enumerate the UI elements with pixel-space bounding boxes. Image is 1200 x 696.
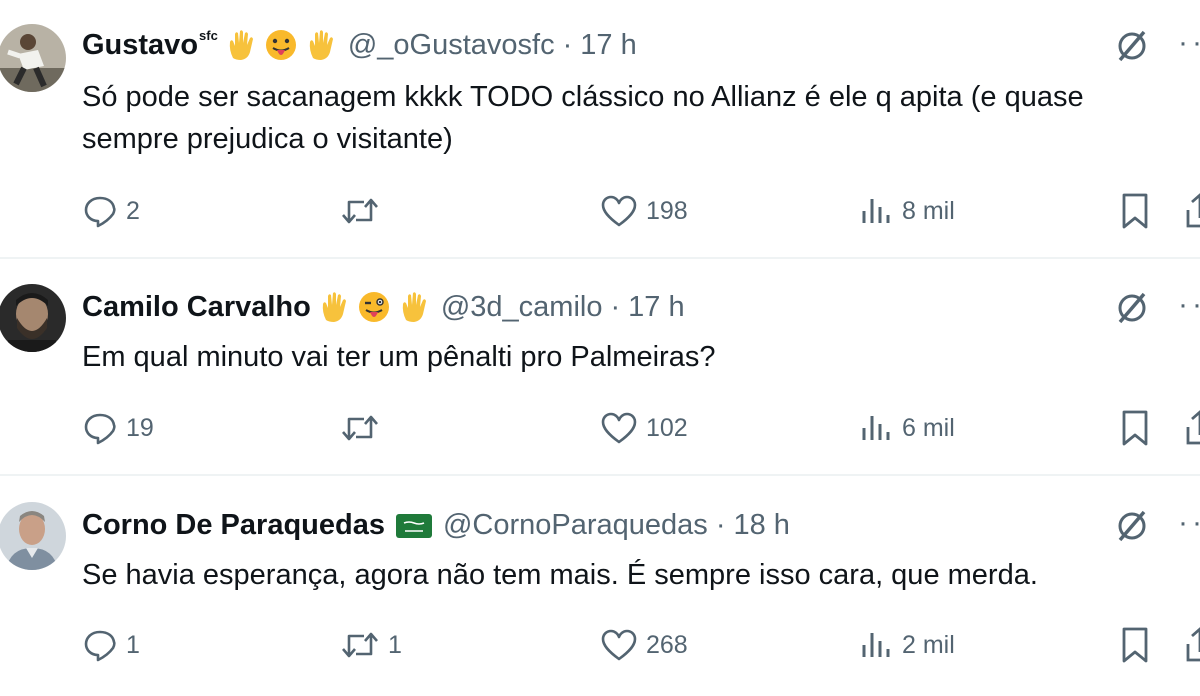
divider xyxy=(0,257,1200,259)
raised-hand-emoji-icon xyxy=(397,290,431,324)
retweet-icon xyxy=(342,415,378,441)
tweet-actions: 2 198 8 mil xyxy=(82,191,1200,231)
views-icon xyxy=(862,633,890,657)
name-superscript: sfc xyxy=(199,27,218,43)
separator-dot: · xyxy=(715,508,726,541)
views-icon xyxy=(862,416,890,440)
display-name[interactable]: Camilo Carvalho xyxy=(82,291,311,324)
retweet-button[interactable] xyxy=(340,191,388,231)
reply-button[interactable]: 2 xyxy=(82,191,140,231)
retweet-button[interactable]: 1 xyxy=(340,625,402,665)
heart-icon xyxy=(601,629,637,661)
reply-count: 2 xyxy=(126,196,140,225)
tongue-face-emoji-icon xyxy=(264,28,298,62)
timestamp[interactable]: 17 h xyxy=(628,291,684,324)
divider xyxy=(0,474,1200,476)
reply-button[interactable]: 1 xyxy=(82,625,140,665)
reply-icon xyxy=(84,413,116,445)
retweet-icon xyxy=(342,198,378,224)
tweet-3[interactable]: Corno De Paraquedas @CornoParaquedas · 1… xyxy=(0,478,1200,696)
grok-icon[interactable] xyxy=(1114,290,1150,326)
views-button[interactable]: 2 mil xyxy=(860,625,955,665)
tweet-text: Se havia esperança, agora não tem mais. … xyxy=(82,559,1038,591)
view-count: 6 mil xyxy=(902,413,955,442)
raised-hand-emoji-icon xyxy=(304,28,338,62)
tweet-actions: 19 102 6 mil xyxy=(82,408,1200,448)
view-count: 8 mil xyxy=(902,196,955,225)
tweet-header: Corno De Paraquedas @CornoParaquedas · 1… xyxy=(82,505,790,545)
more-options-icon[interactable]: ·· xyxy=(1178,506,1200,540)
reply-count: 1 xyxy=(126,630,140,659)
avatar[interactable] xyxy=(0,284,66,352)
views-icon xyxy=(862,199,890,223)
reply-icon xyxy=(84,630,116,662)
share-button[interactable] xyxy=(1182,408,1200,448)
timestamp[interactable]: 18 h xyxy=(733,509,789,542)
retweet-count: 1 xyxy=(388,630,402,659)
share-icon xyxy=(1186,627,1200,662)
bookmark-icon xyxy=(1122,193,1148,229)
display-name[interactable]: Corno De Paraquedas xyxy=(82,509,385,542)
user-handle[interactable]: @3d_camilo xyxy=(441,291,603,324)
tweet-header: Camilo Carvalho @3d_camilo · 17 h xyxy=(82,287,685,327)
tweet-text: Só pode ser sacanagem kkkk TODO clássico… xyxy=(82,81,1084,155)
display-name[interactable]: Gustavo xyxy=(82,29,198,62)
bookmark-icon xyxy=(1122,627,1148,663)
retweet-icon xyxy=(342,632,378,658)
avatar[interactable] xyxy=(0,502,66,570)
heart-icon xyxy=(601,412,637,444)
bookmark-icon xyxy=(1122,410,1148,446)
reply-button[interactable]: 19 xyxy=(82,408,154,448)
more-options-icon[interactable]: ·· xyxy=(1178,288,1200,322)
tweet-2[interactable]: Camilo Carvalho @3d_camilo · 17 h ·· Em … xyxy=(0,260,1200,478)
share-icon xyxy=(1186,193,1200,228)
separator-dot: · xyxy=(610,290,621,323)
view-count: 2 mil xyxy=(902,630,955,659)
raised-hand-emoji-icon xyxy=(224,28,258,62)
share-button[interactable] xyxy=(1182,191,1200,231)
like-count: 102 xyxy=(646,413,688,442)
bookmark-button[interactable] xyxy=(1118,191,1152,231)
timestamp[interactable]: 17 h xyxy=(580,29,636,62)
reply-icon xyxy=(84,196,116,228)
more-options-icon[interactable]: ·· xyxy=(1178,26,1200,60)
like-count: 198 xyxy=(646,196,688,225)
bookmark-button[interactable] xyxy=(1118,408,1152,448)
winking-tongue-face-emoji-icon xyxy=(357,290,391,324)
avatar[interactable] xyxy=(0,24,66,92)
share-button[interactable] xyxy=(1182,625,1200,665)
tweet-header: Gustavo sfc @_oGustavosfc · 17 h xyxy=(82,25,637,65)
share-icon xyxy=(1186,410,1200,445)
grok-icon[interactable] xyxy=(1114,508,1150,544)
tweet-text: Em qual minuto vai ter um pênalti pro Pa… xyxy=(82,341,716,373)
user-handle[interactable]: @_oGustavosfc xyxy=(348,29,555,62)
tweet-actions: 1 1 268 2 mil xyxy=(82,625,1200,665)
like-button[interactable]: 268 xyxy=(600,625,688,665)
retweet-button[interactable] xyxy=(340,408,388,448)
separator-dot: · xyxy=(562,28,573,61)
grok-icon[interactable] xyxy=(1114,28,1150,64)
bookmark-button[interactable] xyxy=(1118,625,1152,665)
raised-hand-emoji-icon xyxy=(317,290,351,324)
views-button[interactable]: 8 mil xyxy=(860,191,955,231)
reply-count: 19 xyxy=(126,413,154,442)
saudi-flag-icon xyxy=(395,508,433,542)
user-handle[interactable]: @CornoParaquedas xyxy=(443,509,708,542)
like-count: 268 xyxy=(646,630,688,659)
like-button[interactable]: 102 xyxy=(600,408,688,448)
views-button[interactable]: 6 mil xyxy=(860,408,955,448)
like-button[interactable]: 198 xyxy=(600,191,688,231)
tweet-1[interactable]: Gustavosfc @_oGustavosfc · 17 h ·· Só po… xyxy=(0,0,1200,229)
heart-icon xyxy=(601,195,637,227)
